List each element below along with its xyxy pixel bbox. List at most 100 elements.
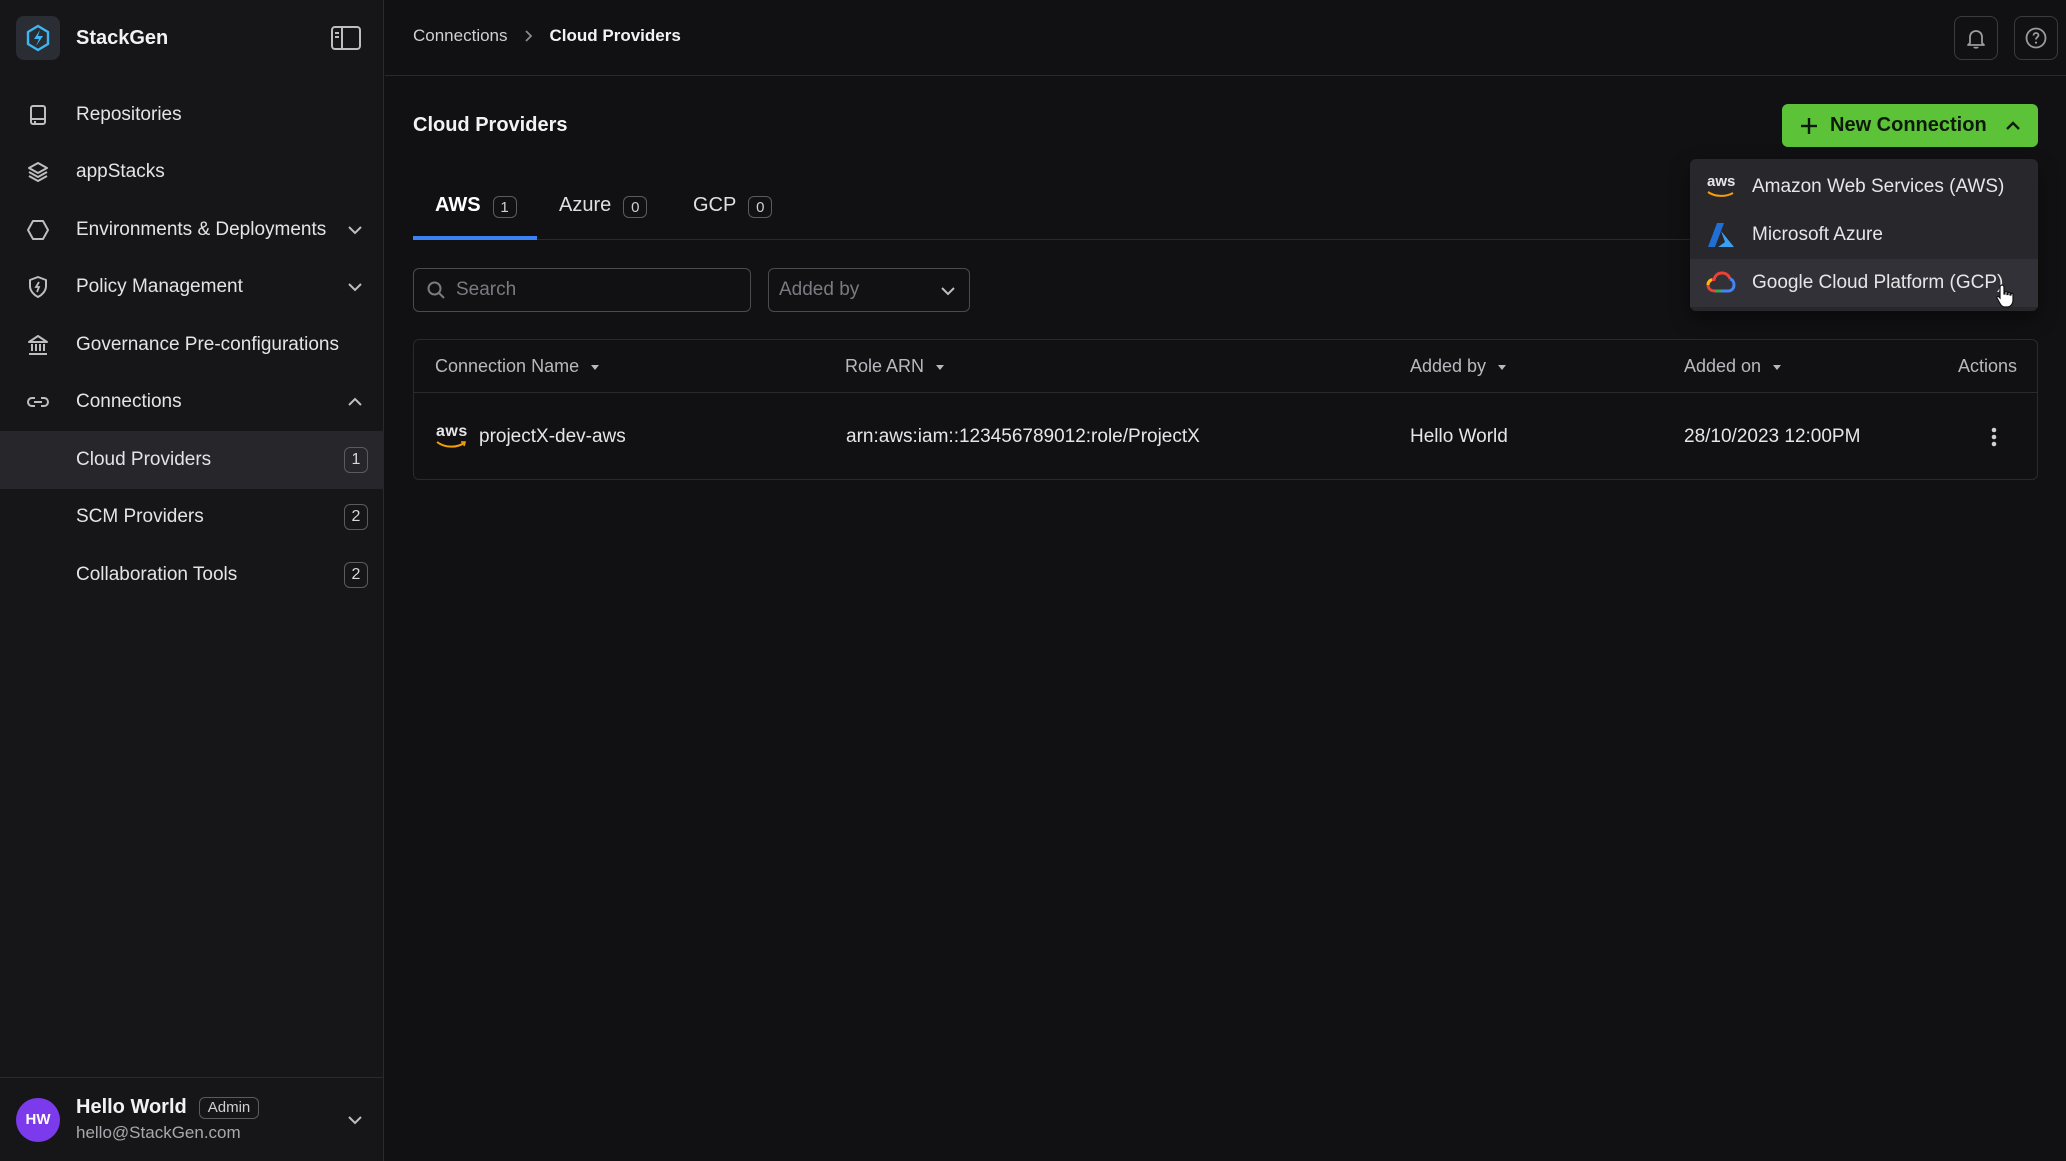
shield-icon — [29, 276, 47, 299]
menu-item-gcp[interactable]: Google Cloud Platform (GCP) — [1690, 259, 2038, 307]
bell-icon — [1967, 30, 1985, 49]
sidebar-toggle-icon[interactable] — [330, 24, 362, 52]
user-menu[interactable]: HW Hello World Admin hello@StackGen.com — [0, 1077, 384, 1161]
sidebar-item-label: Governance Pre-configurations — [76, 333, 339, 355]
sort-caret-icon[interactable] — [934, 361, 946, 373]
tab-count-badge: 0 — [623, 196, 648, 218]
gcp-logo-icon — [1706, 268, 1736, 298]
help-circle-icon — [2025, 27, 2047, 49]
sidebar-item-label: Cloud Providers — [76, 448, 212, 470]
column-label: Connection Name — [435, 356, 580, 376]
plus-icon — [1801, 117, 1817, 134]
sidebar-item-appstacks[interactable]: appStacks — [0, 144, 384, 202]
azure-logo-icon — [1706, 220, 1736, 250]
app-name: StackGen — [76, 26, 169, 49]
hand-pointer-icon — [1996, 284, 2014, 308]
table-header: Connection Name Role ARN Added by Added … — [414, 340, 2037, 393]
sidebar-item-label: Environments & Deployments — [76, 218, 327, 240]
tab-label: GCP — [693, 194, 737, 216]
menu-item-aws[interactable]: aws Amazon Web Services (AWS) — [1690, 163, 2038, 211]
connections-table: Connection Name Role ARN Added by Added … — [413, 339, 2038, 480]
chevron-down-icon — [941, 287, 955, 296]
breadcrumb-current: Cloud Providers — [549, 26, 681, 45]
menu-item-label: Google Cloud Platform (GCP) — [1752, 272, 2004, 293]
menu-item-label: Microsoft Azure — [1752, 224, 1883, 245]
sidebar-item-repositories[interactable]: Repositories — [0, 86, 384, 144]
help-button[interactable] — [2014, 16, 2058, 60]
count-badge: 2 — [344, 504, 368, 531]
sidebar: StackGen Repositories appStacks Environm… — [0, 0, 384, 1161]
tab-count-badge: 0 — [748, 196, 773, 218]
topbar: Connections Cloud Providers — [385, 0, 2066, 76]
sidebar-item-cloud-providers[interactable]: Cloud Providers 1 — [0, 431, 384, 489]
search-icon — [427, 281, 445, 299]
aws-logo-icon: aws — [435, 423, 467, 451]
role-badge: Admin — [198, 1096, 260, 1119]
breadcrumb-connections[interactable]: Connections — [413, 26, 508, 46]
user-email: hello@StackGen.com — [76, 1123, 241, 1142]
tab-label: Azure — [559, 194, 612, 216]
chevron-up-icon[interactable] — [346, 393, 364, 411]
column-header-added-by[interactable]: Added by — [1410, 340, 1508, 393]
column-label: Added on — [1684, 356, 1762, 376]
sidebar-nav: Repositories appStacks Environments & De… — [0, 86, 384, 604]
sidebar-item-label: Connections — [76, 391, 182, 413]
new-connection-label: New Connection — [1830, 114, 1987, 136]
column-label: Actions — [1957, 356, 2017, 376]
sidebar-item-policy-management[interactable]: Policy Management — [0, 259, 384, 317]
chevron-up-icon — [2005, 120, 2020, 130]
layers-icon — [28, 162, 48, 183]
table-row[interactable]: aws projectX-dev-aws arn:aws:iam::123456… — [414, 394, 2037, 480]
count-badge: 2 — [344, 561, 368, 588]
stackgen-logo-icon[interactable] — [16, 16, 60, 60]
sidebar-item-environments-deployments[interactable]: Environments & Deployments — [0, 201, 384, 259]
chevron-down-icon[interactable] — [346, 221, 364, 239]
hexagon-icon — [27, 219, 49, 240]
user-info: Hello World Admin hello@StackGen.com — [76, 1096, 260, 1143]
added-by-placeholder: Added by — [779, 279, 860, 300]
chevron-right-icon — [524, 30, 532, 42]
new-connection-menu: aws Amazon Web Services (AWS) Microsoft … — [1690, 159, 2038, 311]
sidebar-item-collaboration-tools[interactable]: Collaboration Tools 2 — [0, 546, 384, 604]
sort-caret-icon[interactable] — [589, 361, 601, 373]
aws-logo-text: aws — [1707, 173, 1736, 190]
column-header-added-on[interactable]: Added on — [1684, 340, 1783, 393]
avatar: HW — [16, 1097, 60, 1142]
more-vertical-icon[interactable] — [1991, 427, 1997, 447]
chevron-down-icon[interactable] — [346, 278, 364, 296]
connection-name-cell: aws projectX-dev-aws — [435, 394, 626, 480]
sidebar-item-connections[interactable]: Connections — [0, 374, 384, 432]
search-field[interactable] — [413, 268, 751, 312]
sort-caret-icon[interactable] — [1771, 361, 1783, 373]
sort-caret-icon[interactable] — [1496, 361, 1508, 373]
tab-count-badge: 1 — [492, 196, 517, 218]
menu-item-azure[interactable]: Microsoft Azure — [1690, 211, 2038, 259]
sidebar-item-label: Collaboration Tools — [76, 563, 238, 585]
brand: StackGen — [16, 16, 368, 60]
column-label: Role ARN — [845, 356, 925, 376]
count-badge: 1 — [344, 446, 368, 473]
column-header-connection-name[interactable]: Connection Name — [435, 340, 601, 393]
aws-logo-text: aws — [436, 423, 468, 440]
tab-gcp[interactable]: GCP 0 — [693, 188, 773, 240]
new-connection-button[interactable]: New Connection — [1782, 104, 2038, 147]
repository-icon — [30, 104, 46, 125]
added-by-filter[interactable]: Added by — [768, 268, 970, 312]
column-header-role-arn[interactable]: Role ARN — [845, 340, 946, 393]
sidebar-item-label: SCM Providers — [76, 506, 204, 528]
search-input[interactable] — [456, 279, 736, 301]
sidebar-item-label: appStacks — [76, 161, 165, 183]
connection-name[interactable]: projectX-dev-aws — [479, 426, 626, 448]
sidebar-item-scm-providers[interactable]: SCM Providers 2 — [0, 489, 384, 547]
notifications-button[interactable] — [1954, 16, 1998, 60]
role-arn-cell: arn:aws:iam::123456789012:role/ProjectX — [846, 426, 1200, 447]
added-on-cell: 28/10/2023 12:00PM — [1684, 426, 1861, 447]
column-label: Added by — [1410, 356, 1487, 376]
tab-aws[interactable]: AWS 1 — [413, 188, 537, 240]
chevron-down-icon[interactable] — [346, 1111, 364, 1129]
tab-azure[interactable]: Azure 0 — [559, 188, 648, 240]
sidebar-item-governance-preconfigurations[interactable]: Governance Pre-configurations — [0, 316, 384, 374]
sidebar-item-label: Policy Management — [76, 276, 243, 298]
column-header-actions: Actions — [1958, 340, 2017, 393]
tab-label: AWS — [435, 194, 481, 216]
